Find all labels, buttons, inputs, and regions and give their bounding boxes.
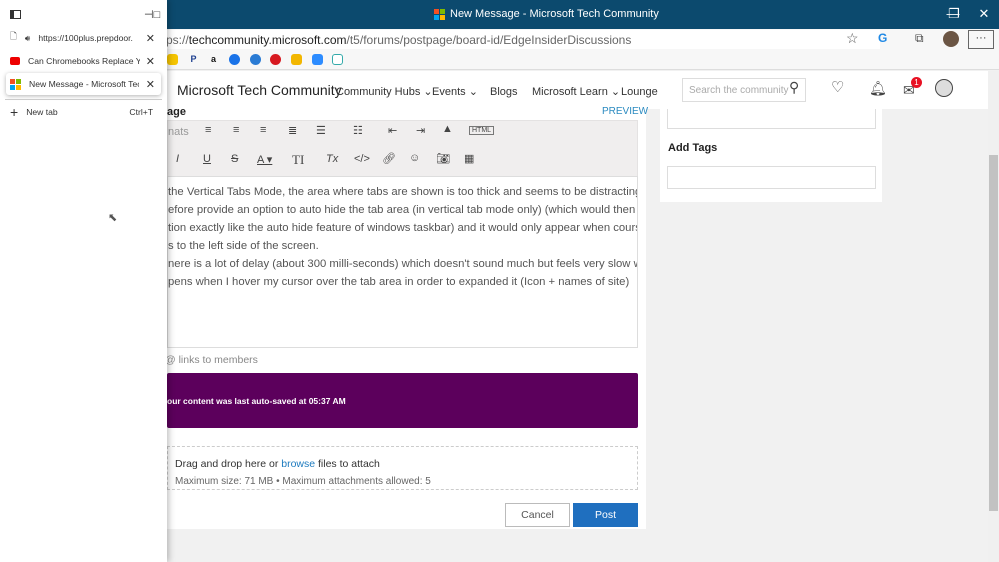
indent-icon[interactable]: ⇥ xyxy=(416,124,425,137)
page-icon: 🗋 xyxy=(10,31,17,41)
autosave-banner: our content was last auto-saved at 05:37… xyxy=(167,373,638,428)
formats-dropdown[interactable]: nats xyxy=(168,126,189,138)
nav-blogs[interactable]: Blogs xyxy=(490,86,518,98)
align-left-icon[interactable]: ≡ xyxy=(205,124,211,136)
add-tags-input[interactable] xyxy=(667,166,876,189)
heart-icon[interactable]: ♡ xyxy=(831,78,844,96)
form-heading: age xyxy=(167,106,186,118)
font-size-icon[interactable]: TI xyxy=(292,152,304,168)
scrollbar-thumb[interactable] xyxy=(989,155,998,511)
search-icon[interactable]: ⚲ xyxy=(789,79,799,96)
close-tab-icon[interactable]: ✕ xyxy=(146,55,155,68)
body-line: s to the left side of the screen. xyxy=(168,240,319,252)
browse-link[interactable]: browse xyxy=(281,458,315,470)
screen-icon[interactable] xyxy=(332,54,343,65)
page-scrollbar[interactable] xyxy=(988,71,999,562)
microsoft-logo-icon xyxy=(434,8,445,20)
underline-icon[interactable]: U xyxy=(203,153,211,165)
window-title-text: New Message - Microsoft Tech Community xyxy=(450,8,659,20)
strikethrough-icon[interactable]: S xyxy=(231,153,238,165)
profile-avatar[interactable] xyxy=(943,31,959,47)
audio-icon[interactable]: 🔊︎ xyxy=(25,33,30,44)
tab-actions-icon[interactable] xyxy=(10,10,21,19)
tags-field-top[interactable] xyxy=(667,109,876,129)
align-right-icon[interactable]: ≡ xyxy=(260,124,266,136)
collections-icon[interactable]: ⧉ xyxy=(915,31,924,46)
bell-icon[interactable]: 🔔︎ xyxy=(869,80,887,97)
mention-note: @ links to members xyxy=(165,354,258,366)
site-header: Microsoft Tech Community Community Hubs … xyxy=(160,71,988,109)
vertical-tabs-sidebar: ⊣□ 🗋 🔊︎ https://100plus.prepdoor.co ✕ Can C… xyxy=(0,0,167,562)
amazon-icon[interactable]: a xyxy=(208,54,219,65)
youtube-icon xyxy=(10,57,20,65)
tab-prepdoor[interactable]: 🗋 🔊︎ https://100plus.prepdoor.co ✕ xyxy=(6,27,161,49)
attachment-limits: Maximum size: 71 MB • Maximum attachment… xyxy=(175,476,431,487)
jio-icon[interactable] xyxy=(270,54,281,65)
close-window-button[interactable]: ✕ xyxy=(974,6,994,22)
html-button[interactable]: HTML xyxy=(469,126,495,135)
body-line: tion exactly like the auto hide feature … xyxy=(168,222,638,234)
attachment-dropzone[interactable]: Drag and drop here or browse files to at… xyxy=(167,446,638,490)
close-tab-icon[interactable]: ✕ xyxy=(146,32,155,45)
favorite-star-icon[interactable]: ☆ xyxy=(846,30,859,47)
autosave-text: our content was last auto-saved at 05:37… xyxy=(167,396,346,406)
pin-icon[interactable]: ⊣□ xyxy=(144,8,160,21)
clear-format-icon[interactable]: Tx xyxy=(326,153,338,165)
body-line: pens when I hover my cursor over the tab… xyxy=(168,276,630,288)
right-panel: Add Tags xyxy=(660,109,882,202)
add-tags-label: Add Tags xyxy=(668,142,718,154)
emoji-icon[interactable]: ☺ xyxy=(409,152,420,164)
tab-chromebooks[interactable]: Can Chromebooks Replace Your✕ xyxy=(6,50,161,72)
post-button[interactable]: Post xyxy=(573,503,638,527)
site-brand[interactable]: Microsoft Tech Community xyxy=(177,82,342,98)
settings-more-button[interactable]: ··· xyxy=(968,30,994,49)
body-line: nere is a lot of delay (about 300 milli-… xyxy=(168,258,638,270)
code-icon[interactable]: </> xyxy=(354,153,370,165)
window-title: New Message - Microsoft Tech Community xyxy=(434,8,659,20)
user-avatar-icon[interactable] xyxy=(935,79,953,97)
divider xyxy=(5,99,162,100)
cancel-button[interactable]: Cancel xyxy=(505,503,570,527)
justify-icon[interactable]: ≣ xyxy=(288,124,297,137)
new-tab-shortcut: Ctrl+T xyxy=(129,107,153,117)
nav-lounge[interactable]: Lounge xyxy=(621,86,658,98)
italic-icon[interactable]: I xyxy=(176,153,179,165)
flipkart-icon[interactable] xyxy=(167,54,178,65)
camera-icon[interactable]: 📷︎ xyxy=(436,152,450,165)
table-icon[interactable]: ▦ xyxy=(464,152,474,165)
warning-icon[interactable]: ▲ xyxy=(442,123,453,135)
mail-badge: 1 xyxy=(911,77,922,88)
numbered-list-icon[interactable]: ☷ xyxy=(353,124,363,137)
preview-link[interactable]: PREVIEW xyxy=(602,106,648,117)
message-body-input[interactable]: the Vertical Tabs Mode, the area where t… xyxy=(167,176,638,348)
body-line: the Vertical Tabs Mode, the area where t… xyxy=(168,186,638,198)
bullet-list-icon[interactable]: ☰ xyxy=(316,124,326,137)
microsoft-logo-icon xyxy=(10,78,21,90)
nav-community-hubs[interactable]: Community Hubs ⌄ xyxy=(336,85,433,98)
edge-icon[interactable] xyxy=(250,54,261,65)
font-color-icon[interactable]: A ▾ xyxy=(257,153,272,166)
grammarly-extension-icon[interactable]: G xyxy=(878,31,887,45)
plus-icon: + xyxy=(10,104,19,120)
close-tab-icon[interactable]: ✕ xyxy=(146,78,155,91)
new-tab-button[interactable]: + New tab Ctrl+T xyxy=(6,101,161,123)
tab-new-message-active[interactable]: New Message - Microsoft Tech C✕ xyxy=(6,73,161,95)
classroom-icon[interactable] xyxy=(291,54,302,65)
paypal-icon[interactable]: P xyxy=(188,54,199,65)
align-center-icon[interactable]: ≡ xyxy=(233,124,239,136)
chat-icon[interactable] xyxy=(229,54,240,65)
address-bar[interactable]: ps://techcommunity.microsoft.com/t5/foru… xyxy=(160,30,880,49)
search-input[interactable]: Search the community xyxy=(682,78,806,102)
link-icon[interactable]: 🔗︎ xyxy=(382,152,396,165)
mouse-cursor-icon: ⬉ xyxy=(108,212,118,224)
nav-microsoft-learn[interactable]: Microsoft Learn ⌄ xyxy=(532,85,620,98)
zoom-icon[interactable] xyxy=(312,54,323,65)
body-line: efore provide an option to auto hide the… xyxy=(168,204,636,216)
outdent-icon[interactable]: ⇤ xyxy=(388,124,397,137)
nav-events[interactable]: Events ⌄ xyxy=(432,85,478,98)
restore-button-glyph[interactable]: ❐ xyxy=(944,6,964,22)
